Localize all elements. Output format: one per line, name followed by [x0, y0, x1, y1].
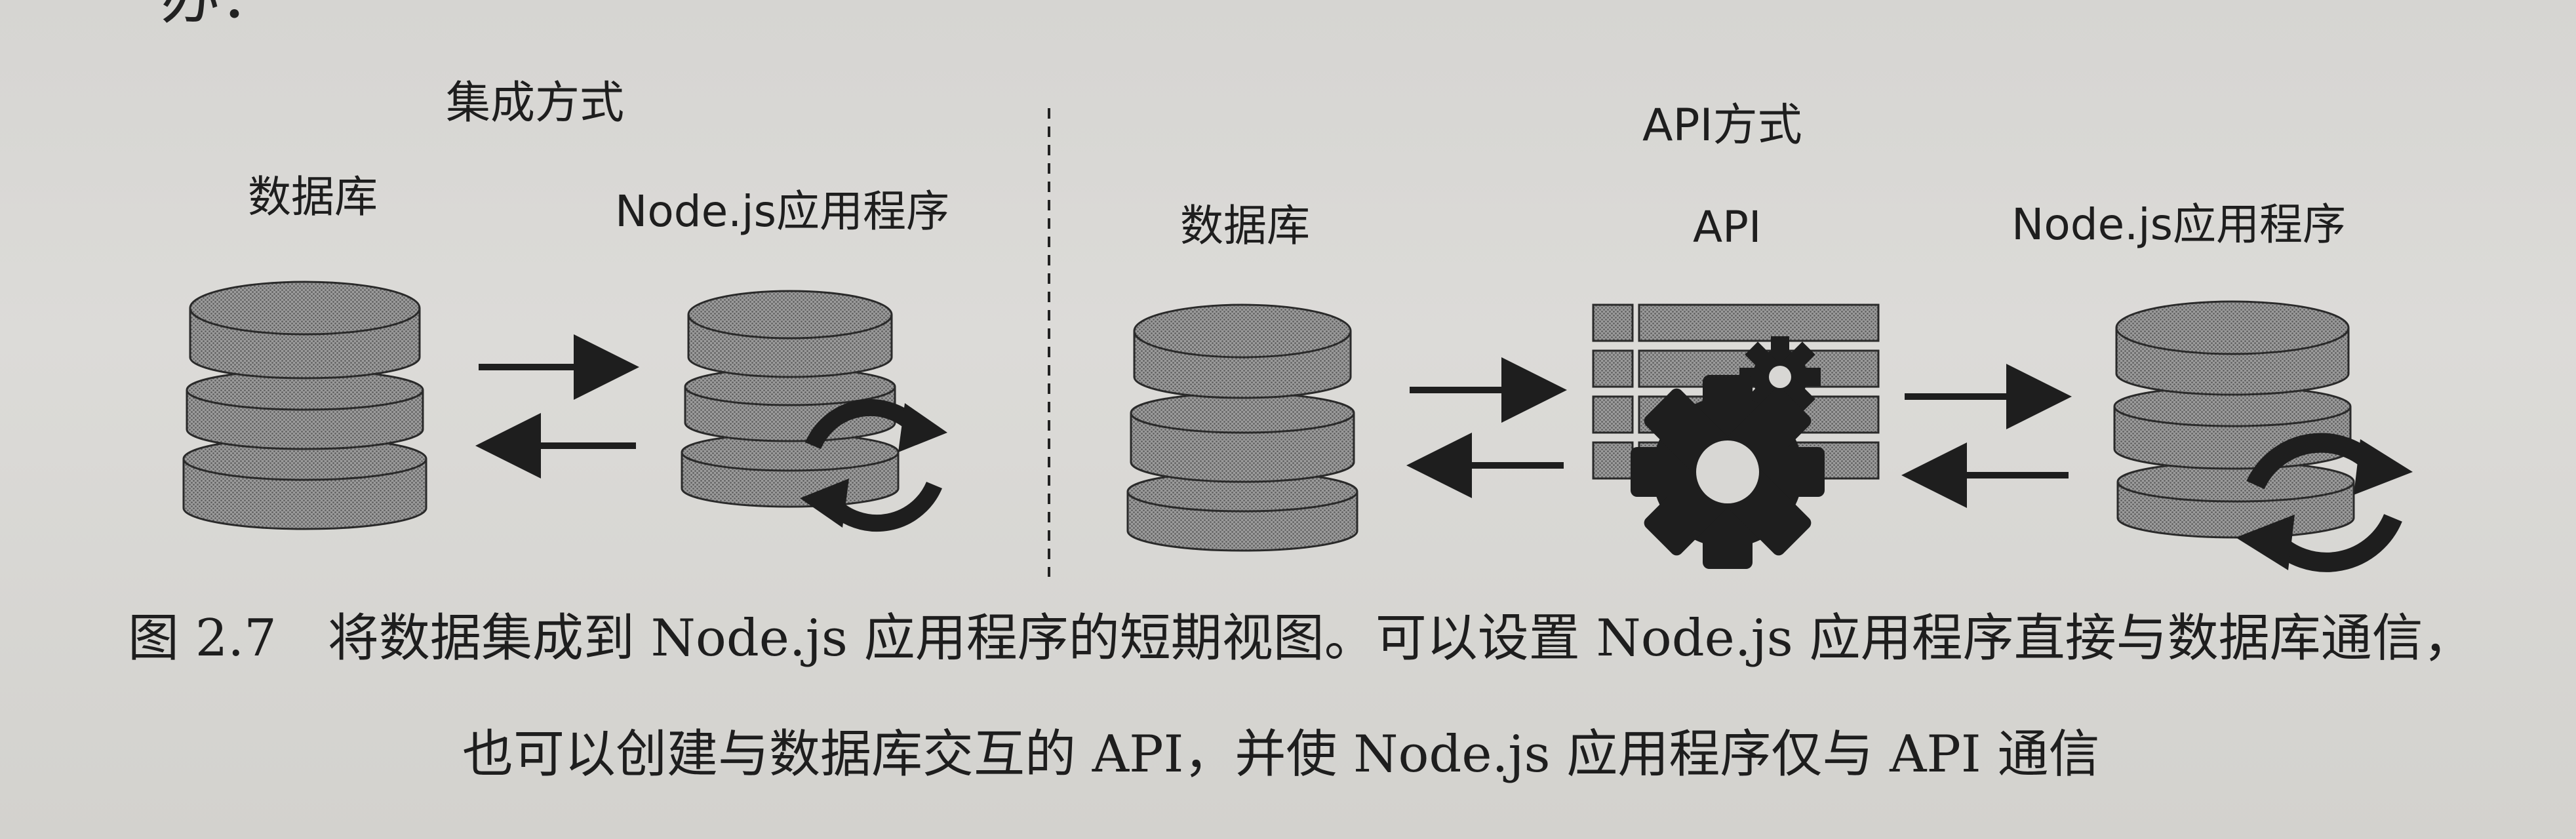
- integration-app-database-icon: [681, 290, 900, 508]
- integration-database-icon: [182, 281, 427, 530]
- api-app-database-icon: [2113, 300, 2355, 539]
- diagram-artwork: [182, 108, 2413, 577]
- api-database-icon: [1126, 303, 1358, 552]
- figure-caption-line-1: 图 2.7 将数据集成到 Node.js 应用程序的短期视图。可以设置 Node…: [128, 609, 2474, 668]
- figure-caption-line-2: 也可以创建与数据库交互的 API，并使 Node.js 应用程序仅与 API 通…: [462, 725, 2100, 784]
- api-table-gear-icon: [1592, 303, 1880, 569]
